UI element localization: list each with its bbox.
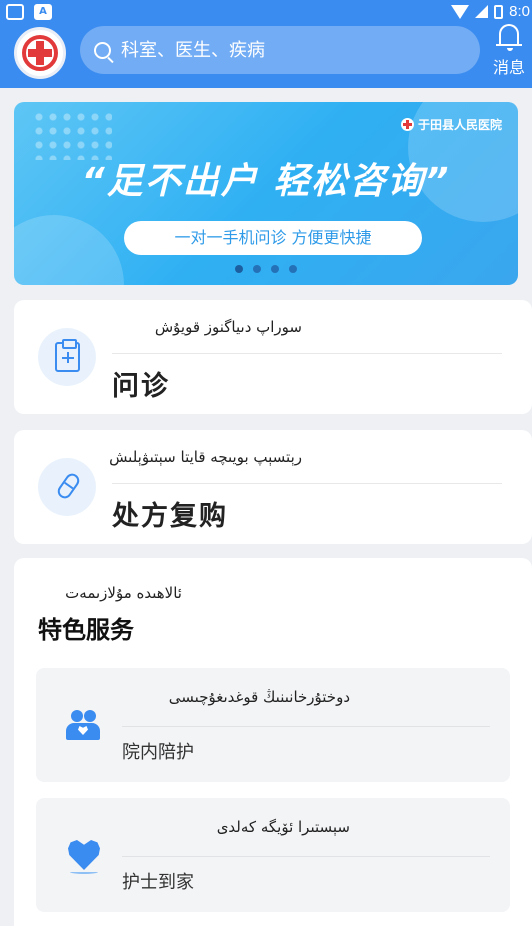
card-uyghur-label: رېتسېپ بويىچە قايتا سېتىۋېلىش <box>109 448 302 466</box>
pager-dot[interactable] <box>271 265 279 273</box>
messages-button[interactable]: 消息 <box>490 24 528 78</box>
pill-icon <box>38 458 96 516</box>
consultation-card[interactable]: سوراپ دىياگنوز قويۇش 问诊 <box>14 300 532 414</box>
battery-icon <box>494 4 504 19</box>
section-title: 特色服务 <box>38 616 134 644</box>
signal-icon <box>475 5 489 18</box>
divider <box>122 856 490 857</box>
item-uyghur-label: دوختۇرخانىنىڭ قوغدىغۇچىسى <box>168 688 350 706</box>
banner-subtitle: 一对一手机问诊 方便更快捷 <box>124 221 422 255</box>
inpatient-care-item[interactable]: دوختۇرخانىنىڭ قوغدىغۇچىسى 院内陪护 <box>36 668 510 782</box>
search-icon <box>94 41 111 59</box>
item-title: 院内陪护 <box>122 742 194 763</box>
section-uyghur-label: ئالاھىدە مۇلازىمەت <box>65 584 182 602</box>
pager-dot[interactable] <box>253 265 261 273</box>
divider <box>122 726 490 727</box>
decor-bubble <box>14 215 124 285</box>
hospital-cross-icon[interactable] <box>14 27 66 79</box>
messages-label: 消息 <box>492 58 525 77</box>
banner-pager <box>14 265 518 273</box>
promo-banner[interactable]: 于田县人民医院 “足不出户 轻松咨询” 一对一手机问诊 方便更快捷 <box>14 102 518 285</box>
app-header: A 8:0 消息 <box>0 0 532 88</box>
item-uyghur-label: سېستىرا ئۆيگە كەلدى <box>216 818 350 836</box>
status-bar: A 8:0 <box>0 0 532 26</box>
cross-icon <box>400 118 414 131</box>
nurse-home-visit-item[interactable]: سېستىرا ئۆيگە كەلدى 护士到家 <box>36 798 510 912</box>
status-time: 8:0 <box>509 3 530 20</box>
special-services-section: ئالاھىدە مۇلازىمەت 特色服务 دوختۇرخانىنىڭ قو… <box>14 558 532 926</box>
card-title: 处方复购 <box>112 501 228 532</box>
pager-dot[interactable] <box>235 265 243 273</box>
prescription-refill-card[interactable]: رېتسېپ بويىچە قايتا سېتىۋېلىش 处方复购 <box>14 430 532 544</box>
a-icon: A <box>34 4 52 20</box>
bell-icon <box>496 24 522 51</box>
search-input[interactable] <box>121 39 451 61</box>
banner-slogan: “足不出户 轻松咨询” <box>81 161 451 202</box>
mail-icon <box>6 4 24 20</box>
card-title: 问诊 <box>112 371 170 402</box>
wifi-icon <box>451 4 470 19</box>
heart-hand-icon <box>64 836 104 876</box>
search-bar[interactable] <box>80 26 480 74</box>
divider <box>112 353 502 354</box>
item-title: 护士到家 <box>122 872 194 893</box>
hospital-name: 于田县人民医院 <box>417 118 502 132</box>
card-uyghur-label: سوراپ دىياگنوز قويۇش <box>154 318 302 336</box>
clipboard-plus-icon <box>38 328 96 386</box>
hospital-badge: 于田县人民医院 <box>400 116 502 133</box>
people-heart-icon <box>64 706 104 746</box>
divider <box>112 483 502 484</box>
pager-dot[interactable] <box>289 265 297 273</box>
